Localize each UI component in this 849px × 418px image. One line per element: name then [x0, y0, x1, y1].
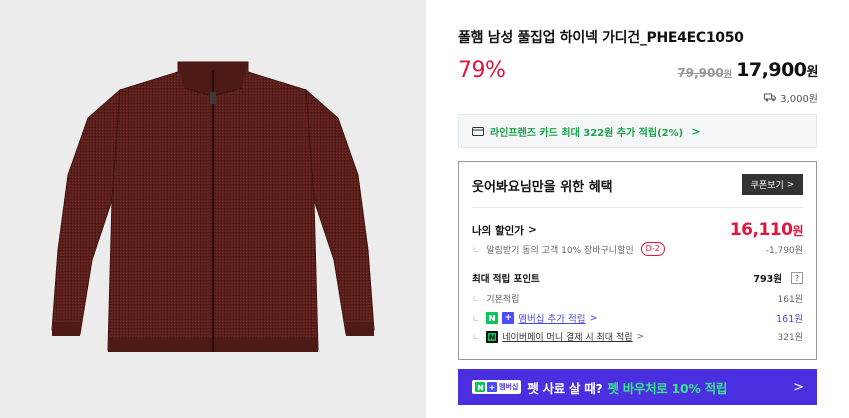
divider: [472, 207, 803, 208]
alarm-discount-value: -1,790원: [765, 245, 803, 256]
max-points-row: 최대 적립 포인트 793원 ?: [472, 271, 803, 285]
points-row-basic: ㄴ 기본적립 161원: [472, 292, 803, 305]
elbow-marker: ㄴ: [472, 333, 481, 343]
my-price-value: 16,110원: [729, 220, 804, 240]
naver-plus-icon: +: [502, 312, 515, 324]
naverpay-points-value: 321원: [777, 333, 803, 343]
my-price-label: 나의 할인가: [472, 224, 524, 237]
elbow-marker: ㄴ: [472, 245, 481, 256]
credit-card-icon: [472, 126, 484, 136]
card-promo-banner[interactable]: 라인프렌즈 카드 최대 322원 추가 적립(2%) >: [458, 114, 817, 148]
max-points-label: 최대 적립 포인트: [472, 274, 540, 285]
my-price-unit: 원: [792, 224, 803, 238]
membership-badge: + 멤버십: [472, 380, 522, 394]
coupon-view-button[interactable]: 쿠폰보기 >: [742, 174, 803, 195]
banner-highlight: 펫 바우처로 10% 적립: [607, 380, 728, 396]
original-price: 79,900원: [677, 66, 732, 80]
basic-points-label: 기본적립: [486, 295, 520, 305]
shipping-fee: 3,000원: [764, 90, 818, 105]
product-image: [51, 61, 375, 352]
card-promo-text: 라인프렌즈 카드 최대 322원 추가 적립(2%): [490, 127, 684, 139]
discount-rate: 79%: [458, 58, 506, 83]
elbow-marker: ㄴ: [472, 295, 481, 305]
chevron-right-icon: >: [793, 379, 804, 395]
max-points-value: 793원: [753, 274, 782, 285]
help-icon[interactable]: ?: [791, 272, 803, 284]
product-title: 폴햄 남성 풀집업 하이넥 가디건_PHE4EC1050: [458, 30, 744, 46]
d-day-badge: D-2: [640, 242, 665, 256]
my-price-row: 나의 할인가 > 16,110원: [472, 220, 803, 240]
sale-price-value: 17,900: [736, 59, 807, 81]
sale-price-unit: 원: [806, 65, 819, 80]
coupon-view-label: 쿠폰보기: [750, 181, 784, 191]
sale-price: 17,900원: [736, 59, 818, 81]
naver-n-icon: [486, 312, 499, 324]
points-row-naverpay: ㄴ 네이버페이 머니 결제 시 최대 적립 > 321원: [472, 330, 803, 343]
basic-points-value: 161원: [777, 295, 803, 305]
membership-points-value: 161원: [776, 314, 803, 325]
chevron-right-icon: >: [589, 312, 598, 324]
my-price-number: 16,110: [729, 220, 793, 240]
elbow-marker: ㄴ: [472, 314, 481, 325]
member-benefit-box: 웃어봐요님만을 위한 혜택 쿠폰보기 > 나의 할인가 > 16,110원 ㄴ …: [458, 161, 817, 360]
alarm-discount-row: ㄴ 알림받기 동의 고객 10% 장바구니할인 D-2 -1,790원: [472, 242, 803, 256]
chevron-right-icon: >: [691, 124, 701, 138]
naver-pay-icon: [486, 330, 499, 343]
naver-plus-icon: +: [487, 382, 497, 392]
original-price-unit: 원: [723, 70, 732, 80]
truck-icon: [764, 93, 777, 102]
membership-badge-text: 멤버십: [499, 383, 519, 391]
naver-n-icon: [475, 382, 485, 392]
points-row-membership: ㄴ + 멤버십 추가 적립 > 161원: [472, 311, 803, 325]
my-price-link[interactable]: 나의 할인가 >: [472, 223, 537, 238]
chevron-right-icon: >: [527, 224, 537, 236]
chevron-right-icon: >: [636, 331, 645, 342]
shipping-fee-value: 3,000원: [780, 94, 818, 105]
banner-text: 펫 사료 살 때?: [527, 380, 603, 396]
product-image-gallery[interactable]: [0, 0, 426, 418]
naverpay-points-link[interactable]: 네이버페이 머니 결제 시 최대 적립: [502, 330, 632, 343]
alarm-discount-label: 알림받기 동의 고객 10% 장바구니할인: [486, 245, 634, 256]
membership-points-link[interactable]: 멤버십 추가 적립: [518, 311, 585, 325]
benefit-title: 웃어봐요님만을 위한 혜택: [472, 180, 613, 195]
chevron-right-icon: >: [786, 179, 795, 190]
membership-voucher-banner[interactable]: + 멤버십 펫 사료 살 때? 펫 바우처로 10% 적립 >: [458, 369, 817, 405]
original-price-value: 79,900: [677, 66, 724, 80]
